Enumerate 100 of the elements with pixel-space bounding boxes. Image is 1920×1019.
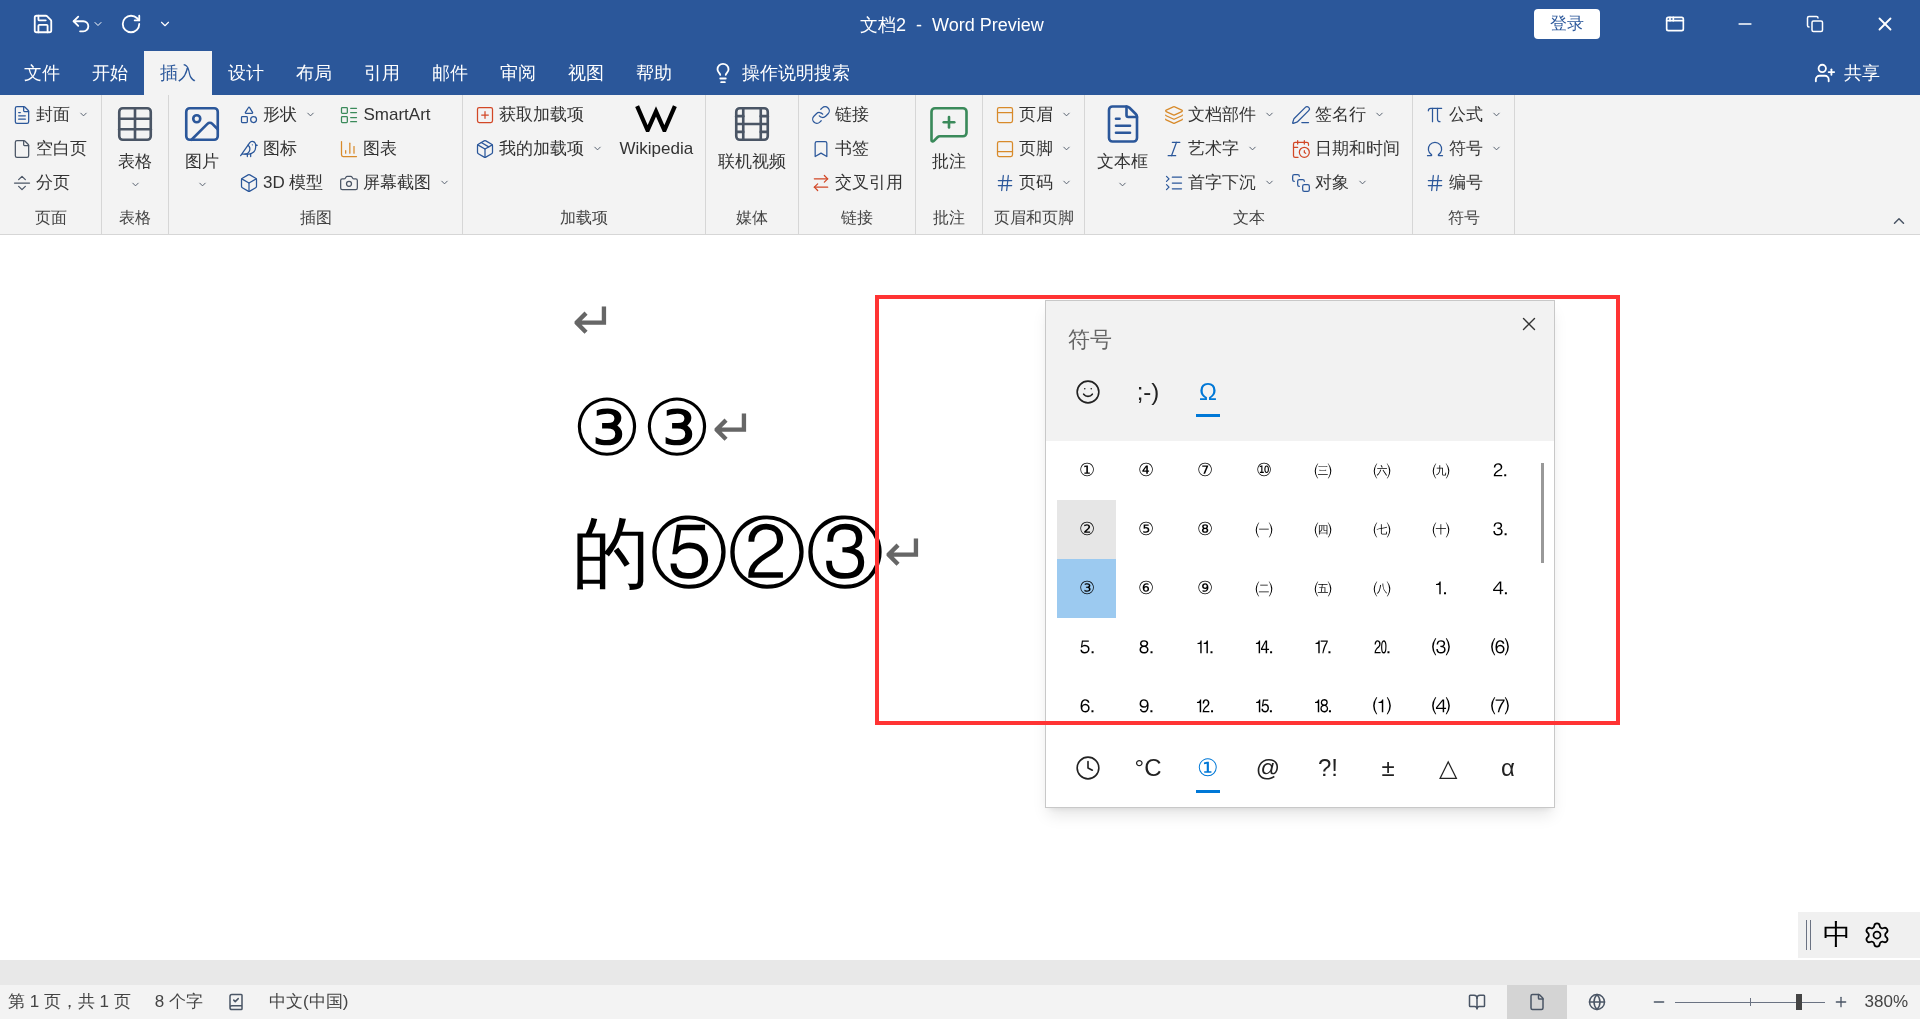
cube-icon	[239, 172, 259, 193]
ribbon-tab[interactable]: 设计	[212, 51, 280, 95]
restore-icon[interactable]	[1806, 15, 1824, 33]
zoom-thumb[interactable]	[1796, 994, 1802, 1010]
ribbon-button[interactable]: 联机视频	[714, 99, 791, 175]
smiley-icon	[1075, 378, 1101, 405]
paragraph-mark: ↵	[572, 295, 616, 347]
zoom-level[interactable]: 380%	[1848, 989, 1920, 1015]
grid-plus-icon	[475, 104, 496, 125]
ribbon-button[interactable]: 书签	[807, 133, 908, 164]
ribbon-button[interactable]: 批注	[924, 99, 975, 175]
ribbon-button[interactable]: 图片	[177, 99, 227, 190]
zoom-slider[interactable]	[1674, 994, 1825, 1010]
view-button[interactable]	[1506, 985, 1567, 1019]
ribbon-tab[interactable]: 引用	[348, 51, 416, 95]
header-icon	[995, 104, 1016, 125]
ribbon-tab[interactable]: 审阅	[484, 51, 552, 95]
ribbon-button[interactable]: 获取加载项	[471, 99, 608, 130]
group-label: 符号	[1446, 208, 1481, 228]
ribbon-tab[interactable]: 文件	[8, 51, 76, 95]
signature-icon	[1291, 104, 1312, 125]
share-button[interactable]: 共享	[1844, 59, 1880, 87]
ribbon-button[interactable]: 交叉引用	[807, 167, 908, 198]
link-icon	[811, 104, 832, 125]
ribbon-button[interactable]: 文档部件	[1160, 99, 1280, 130]
ribbon-tab[interactable]: 帮助	[620, 51, 688, 95]
subcategory-tab[interactable]: @	[1238, 741, 1298, 802]
settings-icon[interactable]	[1863, 921, 1891, 949]
footer-icon	[995, 138, 1016, 159]
scrollbar-thumb[interactable]	[1541, 463, 1544, 563]
wikipedia-logo-icon	[635, 103, 678, 133]
paragraph-mark: ↵	[712, 401, 756, 454]
subcategory-tab[interactable]: α	[1478, 741, 1538, 802]
paragraph-mark: ↵	[884, 526, 928, 579]
category-tab[interactable]: Ω	[1178, 368, 1238, 422]
save-icon[interactable]	[32, 13, 54, 35]
ribbon-button[interactable]: 对象	[1287, 167, 1405, 198]
ribbon-button[interactable]: Wikipedia	[615, 99, 698, 162]
ribbon-button[interactable]: 日期和时间	[1287, 133, 1405, 164]
ribbon-button[interactable]: 链接	[807, 99, 908, 130]
group-label: 加载项	[559, 208, 610, 228]
person-add-icon	[1814, 62, 1836, 84]
word-count[interactable]: 8 个字	[130, 989, 203, 1015]
subcategory-tab[interactable]: °C	[1118, 741, 1178, 802]
undo-icon[interactable]	[70, 13, 92, 35]
ribbon-button[interactable]: 我的加载项	[471, 133, 608, 164]
login-button[interactable]: 登录	[1534, 9, 1600, 39]
category-tab[interactable]: ;-)	[1118, 368, 1178, 422]
page-icon	[1527, 993, 1546, 1011]
subcategory-tab[interactable]: ?!	[1298, 741, 1358, 802]
ribbon-button[interactable]: 符号	[1421, 133, 1507, 164]
ribbon-button[interactable]: 艺术字	[1160, 133, 1280, 164]
document-text: ③③	[572, 388, 712, 467]
ribbon-tab[interactable]: 邮件	[416, 51, 484, 95]
symbol-cell[interactable]: ③	[1057, 559, 1116, 618]
ribbon-button[interactable]: 屏幕截图	[335, 167, 455, 198]
ribbon-button[interactable]: 表格	[110, 99, 160, 190]
ribbon-button[interactable]: 封面	[8, 99, 93, 130]
ribbon-tab[interactable]: 布局	[280, 51, 348, 95]
package-icon	[475, 138, 496, 159]
page-count[interactable]: 第 1 页，共 1 页	[0, 989, 131, 1015]
page-icon	[12, 138, 32, 159]
document-icon	[12, 104, 32, 125]
book-icon	[1467, 993, 1486, 1011]
ribbon-tab[interactable]: 插入	[144, 51, 212, 95]
subcategory-tab[interactable]: △	[1418, 741, 1478, 802]
globe-icon	[1587, 993, 1606, 1011]
group-label: 表格	[118, 208, 152, 228]
ribbon-button[interactable]: 图标	[235, 133, 328, 164]
tell-me-search[interactable]: 操作说明搜索	[742, 59, 850, 87]
ribbon-button[interactable]: 页眉	[991, 99, 1077, 130]
ime-mode[interactable]: 中	[1823, 914, 1851, 956]
ribbon-tab[interactable]: 视图	[552, 51, 620, 95]
bar-chart-icon	[339, 138, 360, 159]
group-label: 批注	[932, 208, 967, 228]
ribbon-button[interactable]: 空白页	[8, 133, 93, 164]
group-label: 页眉和页脚	[992, 208, 1075, 228]
language[interactable]: 中文(中国)	[245, 989, 349, 1015]
ribbon-button[interactable]: 公式	[1421, 99, 1507, 130]
group-label: 链接	[840, 208, 875, 228]
ribbon-button[interactable]: 文本框	[1093, 99, 1153, 190]
ribbon-tab[interactable]: 开始	[76, 51, 144, 95]
ribbon-button[interactable]: 首字下沉	[1160, 167, 1280, 198]
ribbon-button[interactable]: SmartArt	[335, 99, 455, 130]
shapes-icon	[239, 104, 259, 125]
group-label: 插图	[298, 208, 333, 228]
ribbon-button[interactable]: 签名行	[1287, 99, 1405, 130]
ribbon-button[interactable]: 页脚	[991, 133, 1077, 164]
ribbon-button[interactable]: 页码	[991, 167, 1077, 198]
ribbon-button[interactable]: 编号	[1421, 167, 1507, 198]
symbol-cell[interactable]: ②	[1057, 500, 1116, 559]
ribbon-button[interactable]: 分页	[8, 167, 93, 198]
subcategory-tab[interactable]: ①	[1178, 741, 1238, 802]
subcategory-tab[interactable]: ±	[1358, 741, 1418, 802]
redo-icon[interactable]	[120, 13, 142, 35]
ribbon-button[interactable]: 图表	[335, 133, 455, 164]
ribbon-button[interactable]: 3D 模型	[235, 167, 328, 198]
ribbon-button[interactable]: 形状	[235, 99, 328, 130]
group-label: 媒体	[735, 208, 770, 228]
proofing-icon[interactable]	[227, 993, 245, 1011]
